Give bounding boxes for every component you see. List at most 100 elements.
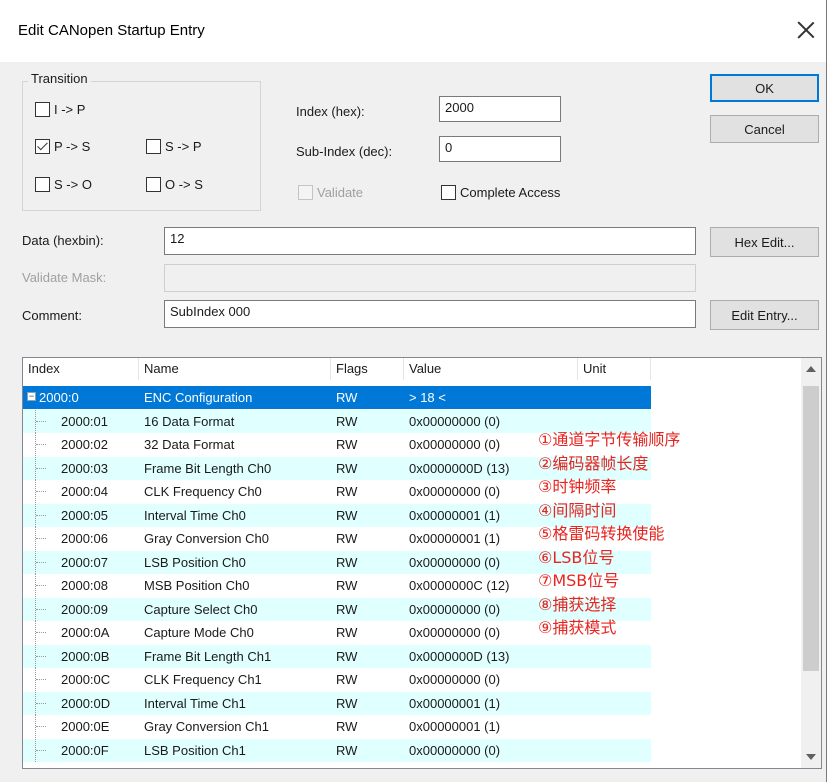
annotation-label: ④间隔时间 (538, 500, 617, 520)
cell-index: 2000:07 (61, 554, 108, 570)
cancel-button[interactable]: Cancel (710, 115, 819, 143)
cell-name: Interval Time Ch0 (144, 507, 246, 523)
ok-button[interactable]: OK (710, 74, 819, 102)
checkbox-o-to-s[interactable]: O -> S (146, 174, 203, 194)
subindex-input[interactable]: 0 (439, 136, 561, 162)
edit-entry-button[interactable]: Edit Entry... (710, 300, 819, 330)
tree-line-icon (35, 527, 48, 550)
tree-line-icon (35, 668, 48, 691)
header-unit[interactable]: Unit (578, 358, 651, 380)
comment-label: Comment: (22, 308, 82, 323)
cell-flags: RW (336, 601, 358, 617)
cell-flags: RW (336, 648, 358, 664)
scroll-up-icon[interactable] (806, 366, 816, 372)
cell-flags: RW (336, 554, 358, 570)
cell-name: Capture Mode Ch0 (144, 625, 254, 640)
table-row[interactable]: 2000:0D Interval Time Ch1 RW 0x00000001 (1) (23, 691, 651, 715)
tree-line-icon (35, 480, 48, 503)
checkbox-box (146, 138, 161, 154)
annotation-label: ⑨捕获模式 (538, 618, 617, 637)
cell-flags: RW (336, 695, 358, 711)
cell-flags: RW (336, 437, 358, 452)
cell-index: 2000:05 (61, 507, 108, 523)
tree-line-icon (35, 550, 48, 574)
cell-flags: RW (336, 742, 358, 758)
cell-index: 2000:0 (39, 390, 79, 405)
table-row[interactable]: 2000:0E Gray Conversion Ch1 RW 0x00000001 (… (23, 715, 651, 738)
vertical-scrollbar[interactable] (801, 358, 821, 768)
checkbox-box (35, 101, 50, 117)
scroll-thumb[interactable] (803, 386, 819, 671)
cell-flags: RW (336, 672, 358, 687)
table-row[interactable]: 2000:0B Frame Bit Length Ch1 RW 0x0000000D … (23, 644, 651, 668)
data-input[interactable]: 12 (164, 227, 696, 255)
cell-index: 2000:03 (61, 460, 108, 476)
cell-name: Interval Time Ch1 (144, 695, 246, 711)
checkbox-box (441, 184, 456, 200)
transition-legend: Transition (28, 71, 91, 86)
cell-value: > 18 < (409, 390, 446, 405)
cell-value: 0x00000000 (0) (409, 742, 501, 758)
cell-index: 2000:06 (61, 531, 108, 546)
tree-line-icon (35, 456, 48, 480)
header-value[interactable]: Value (404, 358, 578, 380)
cell-value: 0x00000000 (0) (409, 601, 501, 617)
table-row[interactable]: 2000:0F LSB Position Ch1 RW 0x00000000 (0) (23, 738, 651, 762)
table-row[interactable]: 2000:0C CLK Frequency Ch1 RW 0x00000000 (0) (23, 668, 651, 691)
cell-value: 0x0000000D (13) (409, 460, 510, 476)
cell-name: Frame Bit Length Ch1 (144, 648, 272, 664)
checkbox-complete-access[interactable]: Complete Access (441, 182, 560, 202)
checkbox-i-to-p[interactable]: I -> P (35, 99, 85, 119)
checkbox-s-to-o[interactable]: S -> O (35, 174, 92, 194)
tree-line-icon (35, 691, 48, 715)
hex-edit-button[interactable]: Hex Edit... (710, 227, 819, 257)
cell-flags: RW (336, 625, 358, 640)
cell-index: 2000:0E (61, 719, 110, 734)
annotation-label: ⑧捕获选择 (538, 594, 617, 614)
cell-name: LSB Position Ch1 (144, 742, 246, 758)
tree-line-icon (35, 715, 48, 738)
cell-name: Gray Conversion Ch0 (144, 531, 269, 546)
checkbox-box (35, 176, 50, 192)
close-icon[interactable] (796, 20, 816, 40)
dialog-title: Edit CANopen Startup Entry (18, 22, 205, 39)
comment-input[interactable]: SubIndex 000 (164, 300, 696, 328)
cell-index: 2000:0D (61, 695, 111, 711)
tree-line-icon (35, 597, 48, 621)
cell-name: 32 Data Format (144, 437, 235, 452)
index-input[interactable]: 2000 (439, 96, 561, 122)
header-index[interactable]: Index (23, 358, 139, 380)
annotation-label: ⑦MSB位号 (538, 571, 620, 590)
cell-name: ENC Configuration (144, 390, 253, 405)
table-row-selected[interactable]: −2000:0 ENC Configuration RW > 18 < (23, 386, 651, 409)
header-flags[interactable]: Flags (331, 358, 404, 380)
cell-flags: RW (336, 578, 358, 593)
scroll-down-icon[interactable] (806, 754, 816, 760)
checkbox-s-to-p[interactable]: S -> P (146, 136, 202, 156)
checkbox-p-to-s[interactable]: P -> S (35, 136, 90, 156)
cell-value: 0x00000001 (1) (409, 695, 501, 711)
cell-flags: RW (336, 484, 358, 499)
cell-value: 0x00000001 (1) (409, 531, 501, 546)
cell-value: 0x00000001 (1) (409, 719, 501, 734)
cell-name: Frame Bit Length Ch0 (144, 460, 272, 476)
cell-value: 0x00000000 (0) (409, 625, 501, 640)
cell-value: 0x0000000C (12) (409, 578, 510, 593)
cell-index: 2000:09 (61, 601, 108, 617)
validate-mask-label: Validate Mask: (22, 270, 107, 285)
collapse-icon[interactable]: − (27, 392, 36, 401)
tree-line-icon (35, 503, 48, 527)
cell-name: MSB Position Ch0 (144, 578, 250, 593)
cell-flags: RW (336, 390, 358, 405)
cell-index: 2000:0C (61, 672, 111, 687)
cell-value: 0x00000001 (1) (409, 507, 501, 523)
tree-line-icon (35, 621, 48, 644)
cell-flags: RW (336, 507, 358, 523)
annotation-label: ⑤格雷码转换使能 (538, 524, 665, 543)
header-name[interactable]: Name (139, 358, 331, 380)
checkbox-box (146, 176, 161, 192)
cell-value: 0x00000000 (0) (409, 437, 501, 452)
cell-name: Gray Conversion Ch1 (144, 719, 269, 734)
cell-index: 2000:02 (61, 437, 108, 452)
entries-list[interactable]: Index Name Flags Value Unit −2000:0 ENC C… (22, 357, 822, 769)
